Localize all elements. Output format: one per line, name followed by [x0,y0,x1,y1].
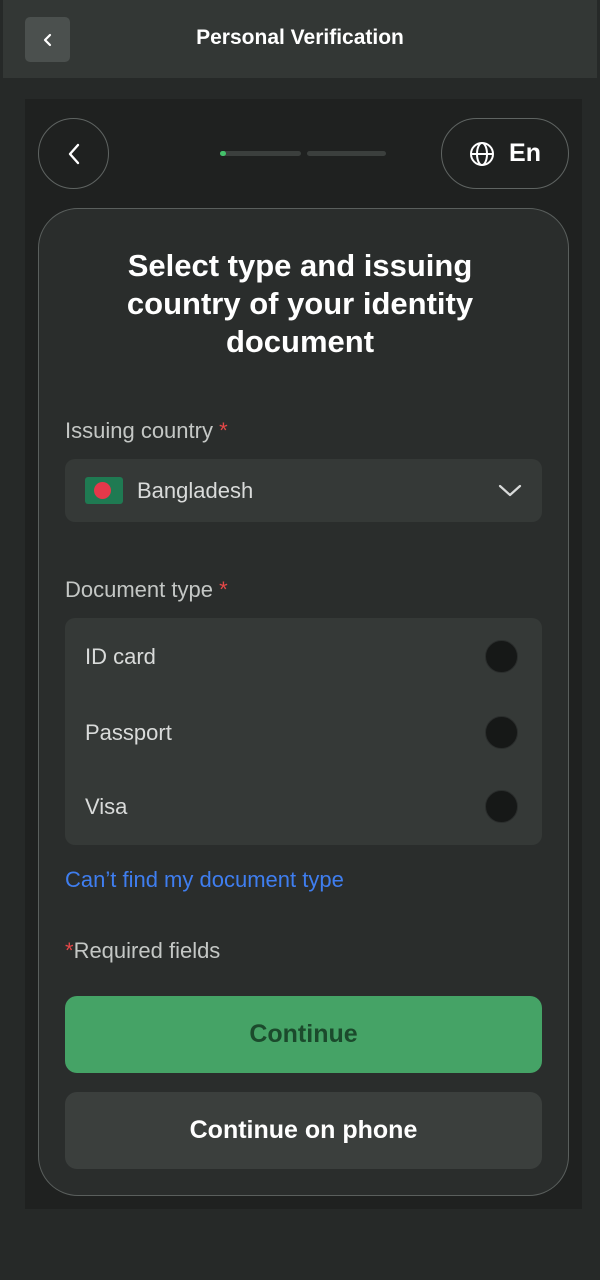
progress-step-1 [220,151,301,156]
issuing-country-label-text: Issuing country [65,418,213,443]
required-mark: * [219,577,228,602]
radio-visa[interactable] [485,790,518,823]
required-fields-note: *Required fields [65,938,220,964]
option-passport[interactable]: Passport [65,702,542,762]
option-id-card[interactable]: ID card [65,626,542,686]
option-visa[interactable]: Visa [65,776,542,836]
required-mark: * [219,418,228,443]
progress-step-2 [307,151,386,156]
progress-fill [220,151,227,156]
chevron-down-icon [498,484,522,497]
radio-id-card[interactable] [485,640,518,673]
back-button[interactable] [38,118,109,189]
option-label: Visa [85,794,128,819]
globe-icon [470,141,495,166]
country-value: Bangladesh [137,478,254,503]
top-bar: Personal Verification [3,0,597,78]
chevron-left-icon [68,143,79,164]
document-type-label: Document type * [65,577,228,603]
document-type-label-text: Document type [65,577,213,602]
language-button[interactable]: En [441,118,569,189]
continue-button[interactable]: Continue [65,996,542,1073]
language-label: En [509,139,541,167]
continue-on-phone-button[interactable]: Continue on phone [65,1092,542,1169]
page-title: Personal Verification [196,26,404,49]
cant-find-document-link[interactable]: Can’t find my document type [65,867,344,893]
radio-passport[interactable] [485,716,518,749]
required-fields-text: Required fields [73,938,221,963]
form-heading: Select type and issuing country of your … [126,248,474,359]
bangladesh-flag-icon [85,477,123,504]
document-type-options: ID card Passport Visa [65,618,542,845]
issuing-country-label: Issuing country * [65,418,228,444]
option-label: Passport [85,720,172,745]
country-select[interactable]: Bangladesh [65,459,542,522]
option-label: ID card [85,644,156,669]
required-mark: * [65,938,74,963]
